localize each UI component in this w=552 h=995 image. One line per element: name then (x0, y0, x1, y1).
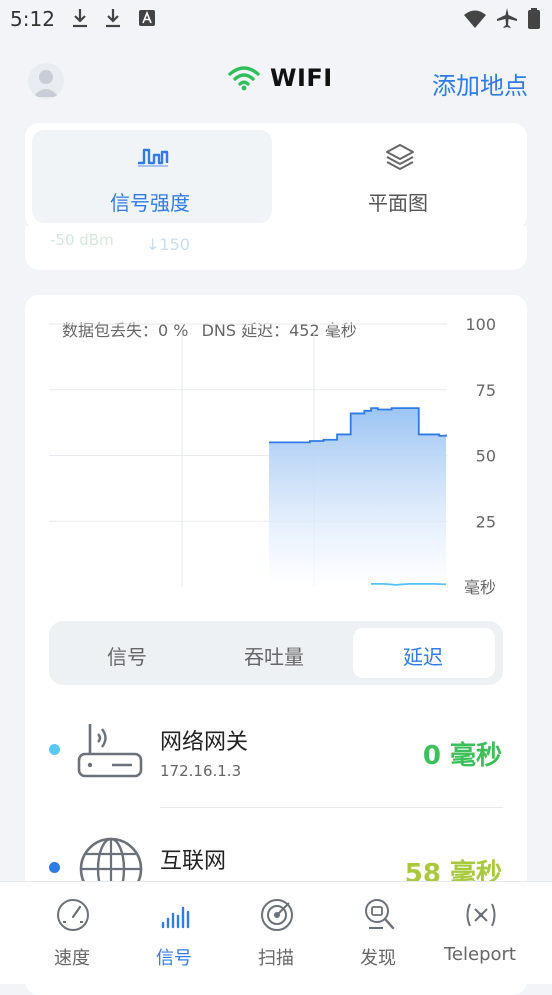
battery-icon (528, 8, 540, 29)
internet-title: 互联网 (160, 849, 227, 874)
tab-label-signal-strength: 信号强度 (110, 191, 190, 215)
add-place-button[interactable]: 添加地点 (432, 66, 528, 101)
radar-icon (261, 899, 293, 931)
nav-label: Teleport (444, 944, 516, 965)
router-icon (77, 724, 143, 778)
nav-speed[interactable]: 速度 (22, 882, 122, 984)
discover-icon (365, 899, 395, 930)
download-icon (73, 9, 87, 28)
download-icon (106, 9, 120, 28)
segment-throughput[interactable]: 吞吐量 (244, 641, 304, 670)
nav-label: 发现 (360, 948, 396, 969)
dns-latency-value: 452 毫秒 (289, 321, 357, 340)
gateway-title: 网络网关 (160, 730, 249, 755)
signal-dbm-value: -50 dBm (50, 231, 114, 249)
user-icon (33, 70, 59, 97)
nav-scan[interactable]: 扫描 (226, 882, 326, 984)
wifi-icon (228, 66, 260, 91)
bottom-navigation: 速度 信号 扫描 发现 Teleport (0, 881, 552, 984)
nav-label: 速度 (54, 948, 90, 969)
segment-latency[interactable]: 延迟 (403, 641, 443, 670)
status-time: 5:12 (10, 7, 55, 31)
gateway-latency-value: 0 毫秒 (422, 741, 502, 771)
metric-segmented-control: 信号 吞吐量 延迟 (49, 621, 503, 685)
segment-signal[interactable]: 信号 (107, 641, 147, 670)
layers-icon (386, 144, 414, 170)
dns-latency-label: DNS 延迟： (201, 321, 290, 340)
signal-strength-icon (138, 148, 169, 167)
avatar[interactable] (28, 63, 64, 99)
row-divider (160, 807, 503, 808)
packet-loss-value: 0 % (158, 321, 189, 340)
signal-bars-icon (161, 906, 190, 929)
nav-teleport[interactable]: Teleport (430, 882, 530, 984)
signal-summary-row: -50 dBm ↓150 (25, 226, 527, 270)
airplane-mode-icon (497, 8, 517, 28)
nav-signal[interactable]: 信号 (124, 882, 224, 984)
nav-label: 信号 (156, 948, 192, 969)
nav-label: 扫描 (258, 948, 294, 969)
network-title[interactable]: WIFI (228, 64, 333, 92)
wifi-status-icon (464, 10, 486, 28)
chart-metrics: 数据包丢失：0 % DNS 延迟：452 毫秒 (62, 317, 357, 341)
network-name: WIFI (270, 64, 333, 92)
tab-floor-plan[interactable]: 平面图 (368, 187, 428, 216)
series-dot (49, 744, 60, 755)
gateway-ip: 172.16.1.3 (160, 762, 242, 780)
nav-discover[interactable]: 发现 (328, 882, 428, 984)
packet-loss-label: 数据包丢失： (62, 321, 159, 340)
app-header: WIFI 添加地点 (0, 52, 552, 112)
app-notification-icon (139, 10, 155, 26)
series-dot (49, 862, 60, 873)
view-tabs: 信号强度 平面图 (25, 123, 527, 230)
speedometer-icon (57, 899, 89, 931)
teleport-icon (466, 903, 496, 927)
status-bar: 5:12 (0, 0, 552, 38)
download-speed-value: ↓150 (146, 235, 190, 254)
